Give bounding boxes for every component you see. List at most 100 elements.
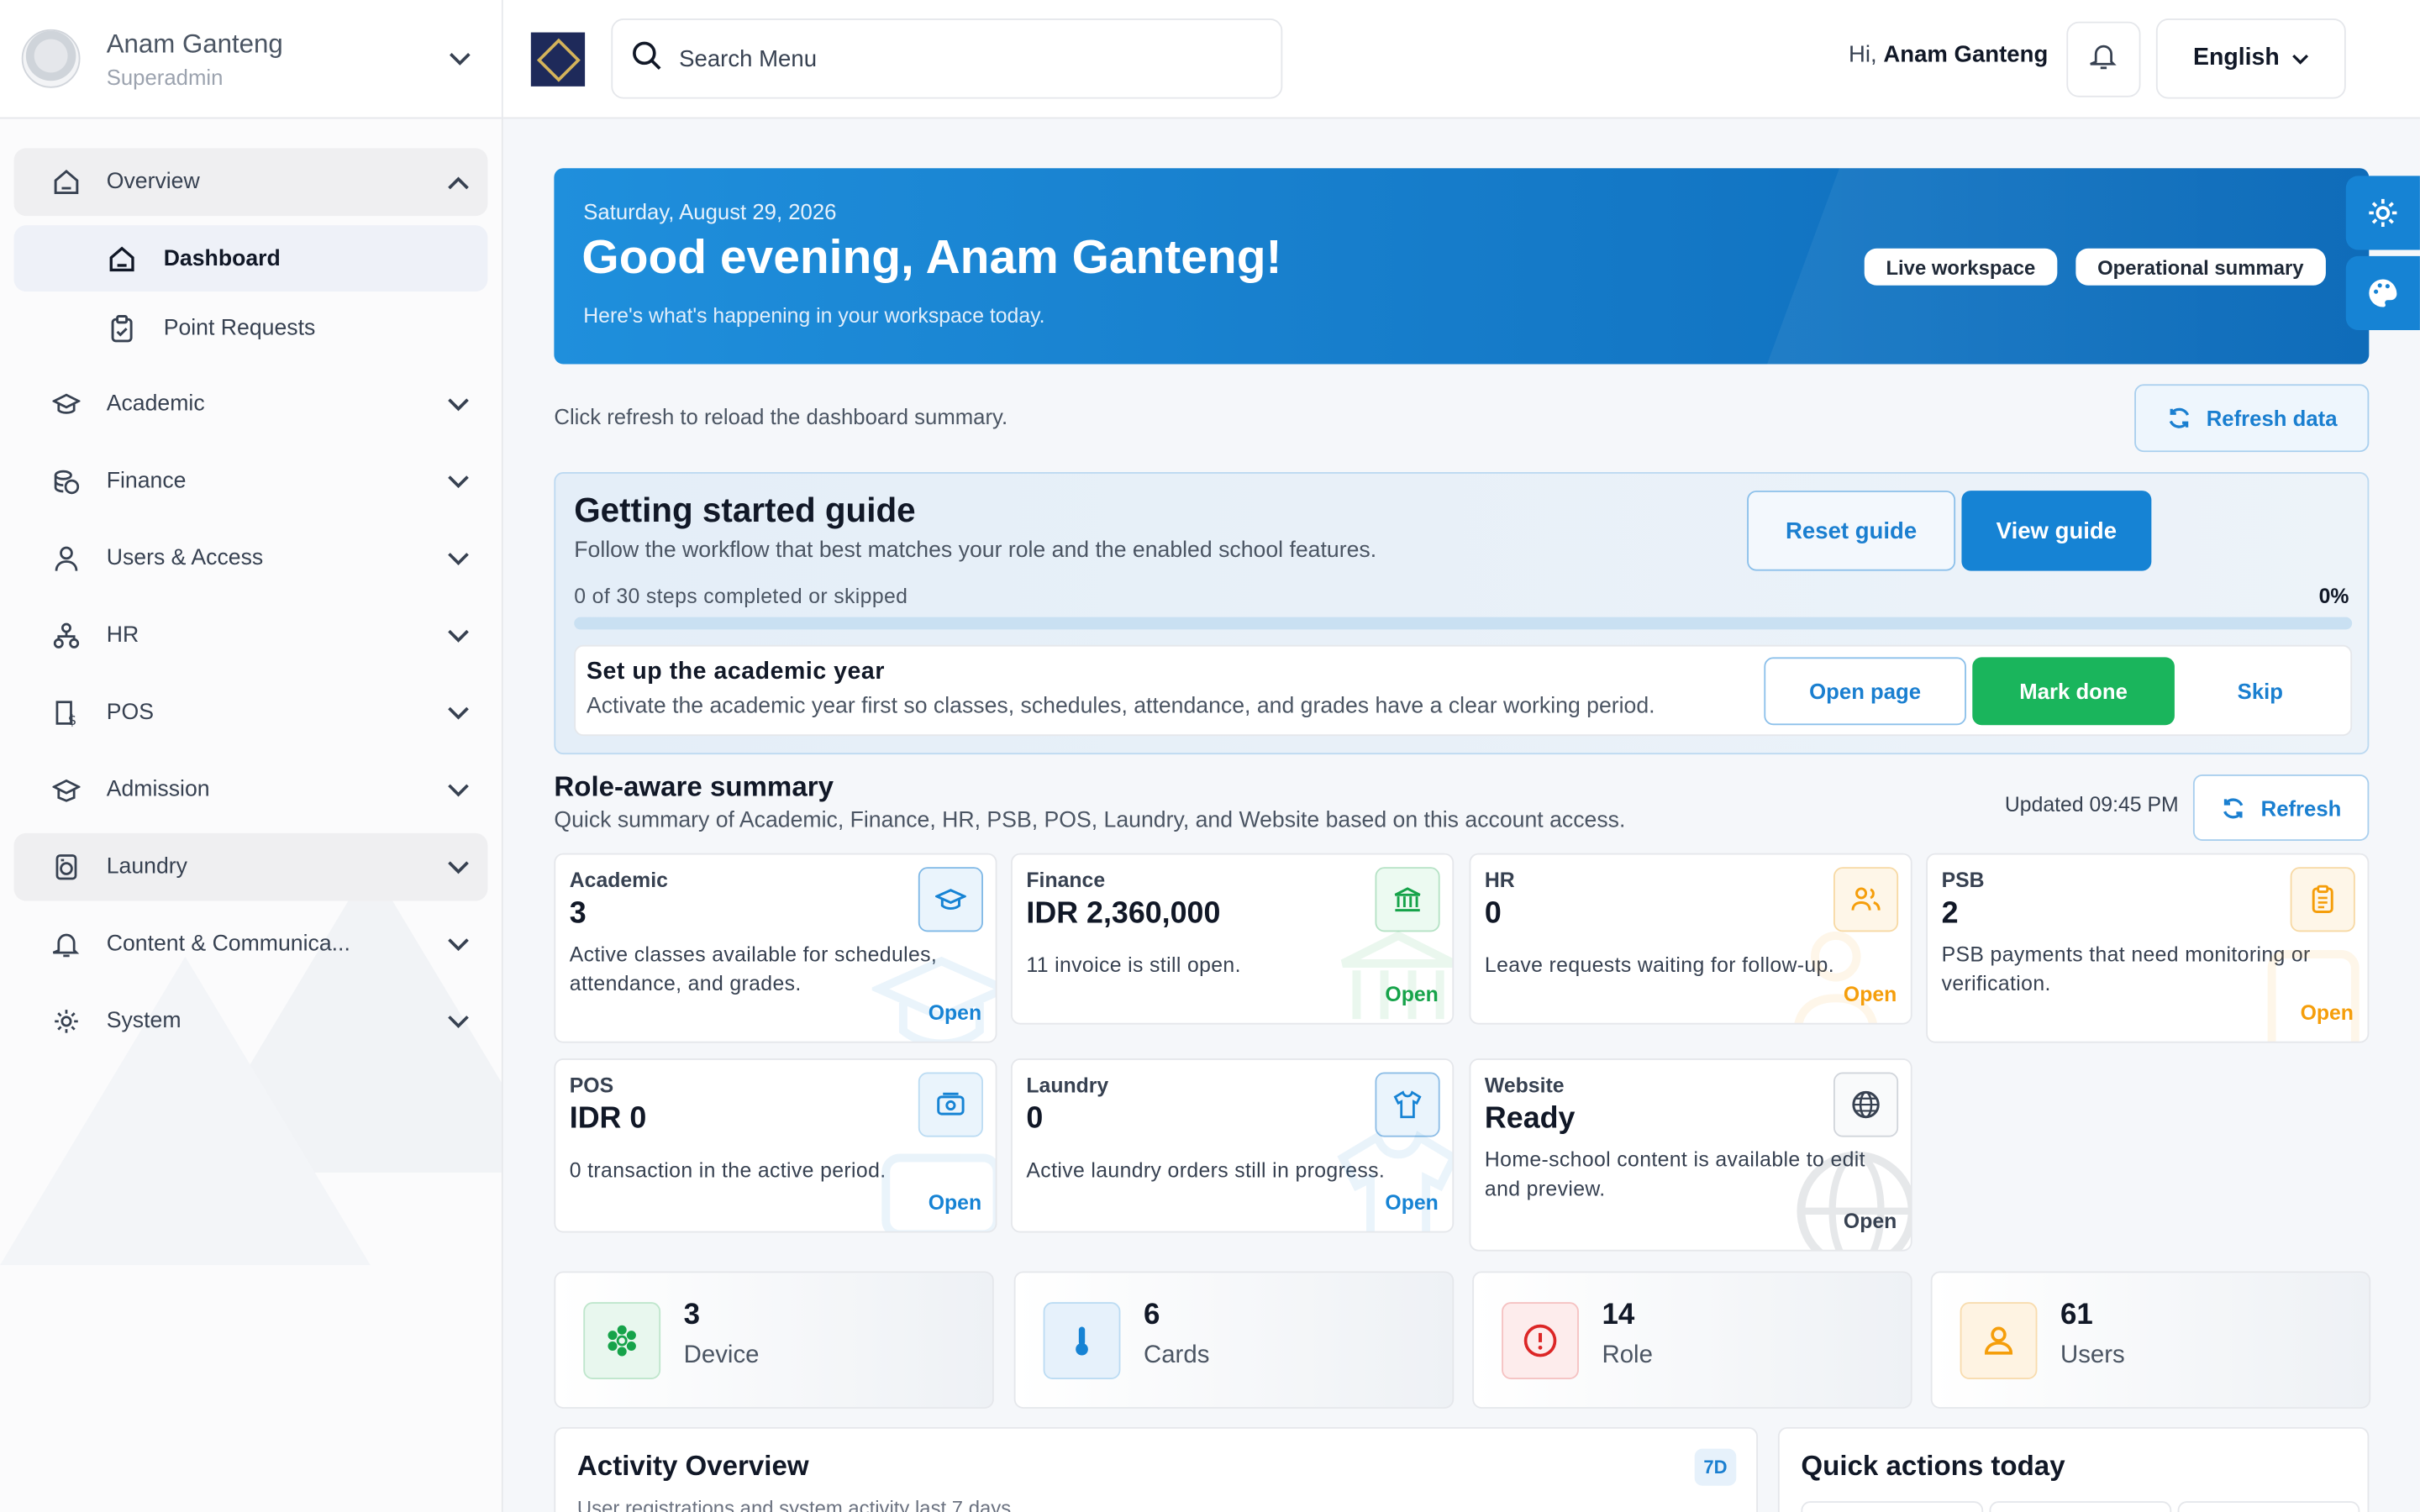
- sidebar-item-label: Laundry: [106, 854, 187, 879]
- chevron-down-icon: [448, 702, 470, 727]
- guide-subtitle: Follow the workflow that best matches yo…: [574, 538, 1377, 564]
- greeting: Hi, Anam Ganteng: [1849, 42, 2048, 68]
- chevron-down-icon[interactable]: [449, 46, 471, 74]
- language-select[interactable]: English: [2155, 18, 2346, 99]
- sidebar-item-laundry[interactable]: Laundry: [13, 832, 488, 901]
- sidebar-item-point-requests[interactable]: Point Requests: [14, 295, 488, 361]
- sidebar-item-label: HR: [106, 623, 139, 648]
- summary-refresh-button[interactable]: Refresh: [2192, 774, 2370, 842]
- search-box[interactable]: [611, 18, 1283, 99]
- bell-icon: [2090, 41, 2118, 78]
- notifications-button[interactable]: [2066, 21, 2141, 97]
- sidebar-nav: Overview Dashboard Point Requests Academ…: [0, 118, 502, 1094]
- summary-card-academic[interactable]: Academic 3 Active classes available for …: [554, 853, 997, 1043]
- card-open-link[interactable]: Open: [2301, 1001, 2354, 1025]
- home-icon: [108, 244, 136, 272]
- card-label: Laundry: [1026, 1074, 1109, 1097]
- sidebar-item-overview[interactable]: Overview: [13, 148, 488, 217]
- card-open-link[interactable]: Open: [1385, 1191, 1438, 1215]
- card-value: IDR 0: [569, 1101, 647, 1136]
- open-page-button[interactable]: Open page: [1764, 657, 1966, 726]
- refresh-data-button[interactable]: Refresh data: [2134, 384, 2370, 453]
- step-title: Set up the academic year: [586, 659, 885, 685]
- stat-value: 61: [2060, 1299, 2093, 1332]
- summary-card-psb[interactable]: PSB 2 PSB payments that need monitoring …: [1926, 853, 2370, 1043]
- refresh-hint: Click refresh to reload the dashboard su…: [554, 404, 1008, 429]
- clipboard-check-icon: [108, 314, 136, 342]
- shirt-watermark-icon: [1337, 1131, 1453, 1231]
- chevron-down-icon: [448, 780, 470, 804]
- avatar: [21, 29, 81, 88]
- graduation-cap-watermark-icon: [871, 956, 996, 1042]
- sidebar-item-label: Admission: [106, 777, 210, 803]
- summary-card-finance[interactable]: Finance IDR 2,360,000 11 invoice is stil…: [1011, 853, 1455, 1025]
- gear-icon: [52, 1007, 80, 1035]
- sidebar-item-hr[interactable]: HR: [14, 601, 488, 669]
- gear-icon: [2369, 198, 2397, 227]
- sidebar-item-users-access[interactable]: Users & Access: [14, 524, 488, 592]
- quick-action-button[interactable]: [1801, 1501, 1984, 1512]
- org-chart-icon: [52, 622, 80, 649]
- card-open-link[interactable]: Open: [1844, 983, 1897, 1006]
- receipt-dollar-icon: $: [52, 699, 80, 727]
- sidebar: Anam Ganteng Superadmin Overview Dashboa…: [0, 0, 503, 1512]
- gear-flower-icon: [583, 1302, 661, 1380]
- globe-watermark-icon: [1797, 1151, 1911, 1250]
- activity-overview-panel: Activity Overview 7D User registrations …: [554, 1426, 1759, 1512]
- view-guide-button[interactable]: View guide: [1961, 491, 2152, 571]
- school-logo[interactable]: [530, 32, 586, 87]
- stat-role: 14 Role: [1472, 1271, 1912, 1409]
- users-watermark-icon: [1794, 931, 1877, 1023]
- skip-button[interactable]: Skip: [2181, 657, 2339, 725]
- card-open-link[interactable]: Open: [1844, 1210, 1897, 1233]
- card-value: 0: [1026, 1101, 1044, 1136]
- chevron-up-icon: [448, 171, 470, 196]
- card-open-link[interactable]: Open: [929, 1191, 981, 1215]
- sidebar-item-label: Academic: [106, 391, 205, 417]
- quick-action-button[interactable]: [1989, 1501, 2172, 1512]
- activity-range-badge[interactable]: 7D: [1694, 1448, 1737, 1486]
- bank-watermark-icon: [1340, 931, 1453, 1020]
- coins-icon: [52, 468, 80, 496]
- sidebar-item-dashboard[interactable]: Dashboard: [13, 225, 488, 292]
- card-value: 0: [1484, 896, 1502, 931]
- stat-device: 3 Device: [554, 1271, 994, 1409]
- theme-tab[interactable]: [2345, 255, 2420, 331]
- home-icon: [52, 168, 80, 196]
- quick-actions-panel: Quick actions today: [1777, 1426, 2370, 1512]
- chevron-down-icon: [448, 548, 470, 572]
- summary-card-pos[interactable]: POS IDR 0 0 transaction in the active pe…: [554, 1058, 997, 1233]
- user-profile-header[interactable]: Anam Ganteng Superadmin: [0, 0, 502, 119]
- guide-progress-text: 0 of 30 steps completed or skipped: [574, 585, 908, 608]
- activity-title: Activity Overview: [576, 1450, 809, 1482]
- sidebar-item-academic[interactable]: Academic: [14, 370, 488, 438]
- greeting-prefix: Hi,: [1848, 41, 1877, 68]
- sidebar-item-label: POS: [106, 700, 154, 726]
- summary-card-laundry[interactable]: Laundry 0 Active laundry orders still in…: [1011, 1058, 1455, 1233]
- mark-done-button[interactable]: Mark done: [1972, 657, 2175, 726]
- reset-guide-button[interactable]: Reset guide: [1747, 491, 1956, 571]
- settings-tab[interactable]: [2345, 176, 2420, 250]
- welcome-banner: Saturday, August 29, 2026 Good evening, …: [554, 168, 2370, 365]
- sidebar-item-finance[interactable]: Finance: [14, 448, 488, 516]
- sidebar-item-system[interactable]: System: [14, 987, 488, 1055]
- summary-card-website[interactable]: Website Ready Home-school content is ava…: [1469, 1058, 1912, 1252]
- quick-action-button[interactable]: [2177, 1501, 2360, 1512]
- stat-cards: 6 Cards: [1013, 1271, 1455, 1409]
- search-input[interactable]: [679, 45, 1235, 72]
- sidebar-item-admission[interactable]: Admission: [14, 756, 488, 824]
- card-label: Academic: [569, 869, 668, 892]
- card-open-link[interactable]: Open: [929, 1001, 981, 1025]
- clipboard-list-icon: [2290, 867, 2355, 932]
- graduation-cap-icon: [918, 867, 983, 932]
- sidebar-item-label: Dashboard: [163, 245, 281, 271]
- stat-users: 61 Users: [1930, 1271, 2371, 1409]
- activity-subtitle: User registrations and system activity l…: [576, 1496, 1012, 1512]
- getting-started-guide: Getting started guide Follow the workflo…: [554, 472, 2370, 755]
- sidebar-item-pos[interactable]: $ POS: [14, 679, 488, 747]
- sidebar-item-content-communication[interactable]: Content & Communica...: [14, 911, 488, 979]
- sidebar-item-label: Content & Communica...: [106, 932, 350, 957]
- summary-card-hr[interactable]: HR 0 Leave requests waiting for follow-u…: [1469, 853, 1912, 1025]
- card-value: 3: [569, 896, 587, 931]
- card-open-link[interactable]: Open: [1385, 983, 1438, 1006]
